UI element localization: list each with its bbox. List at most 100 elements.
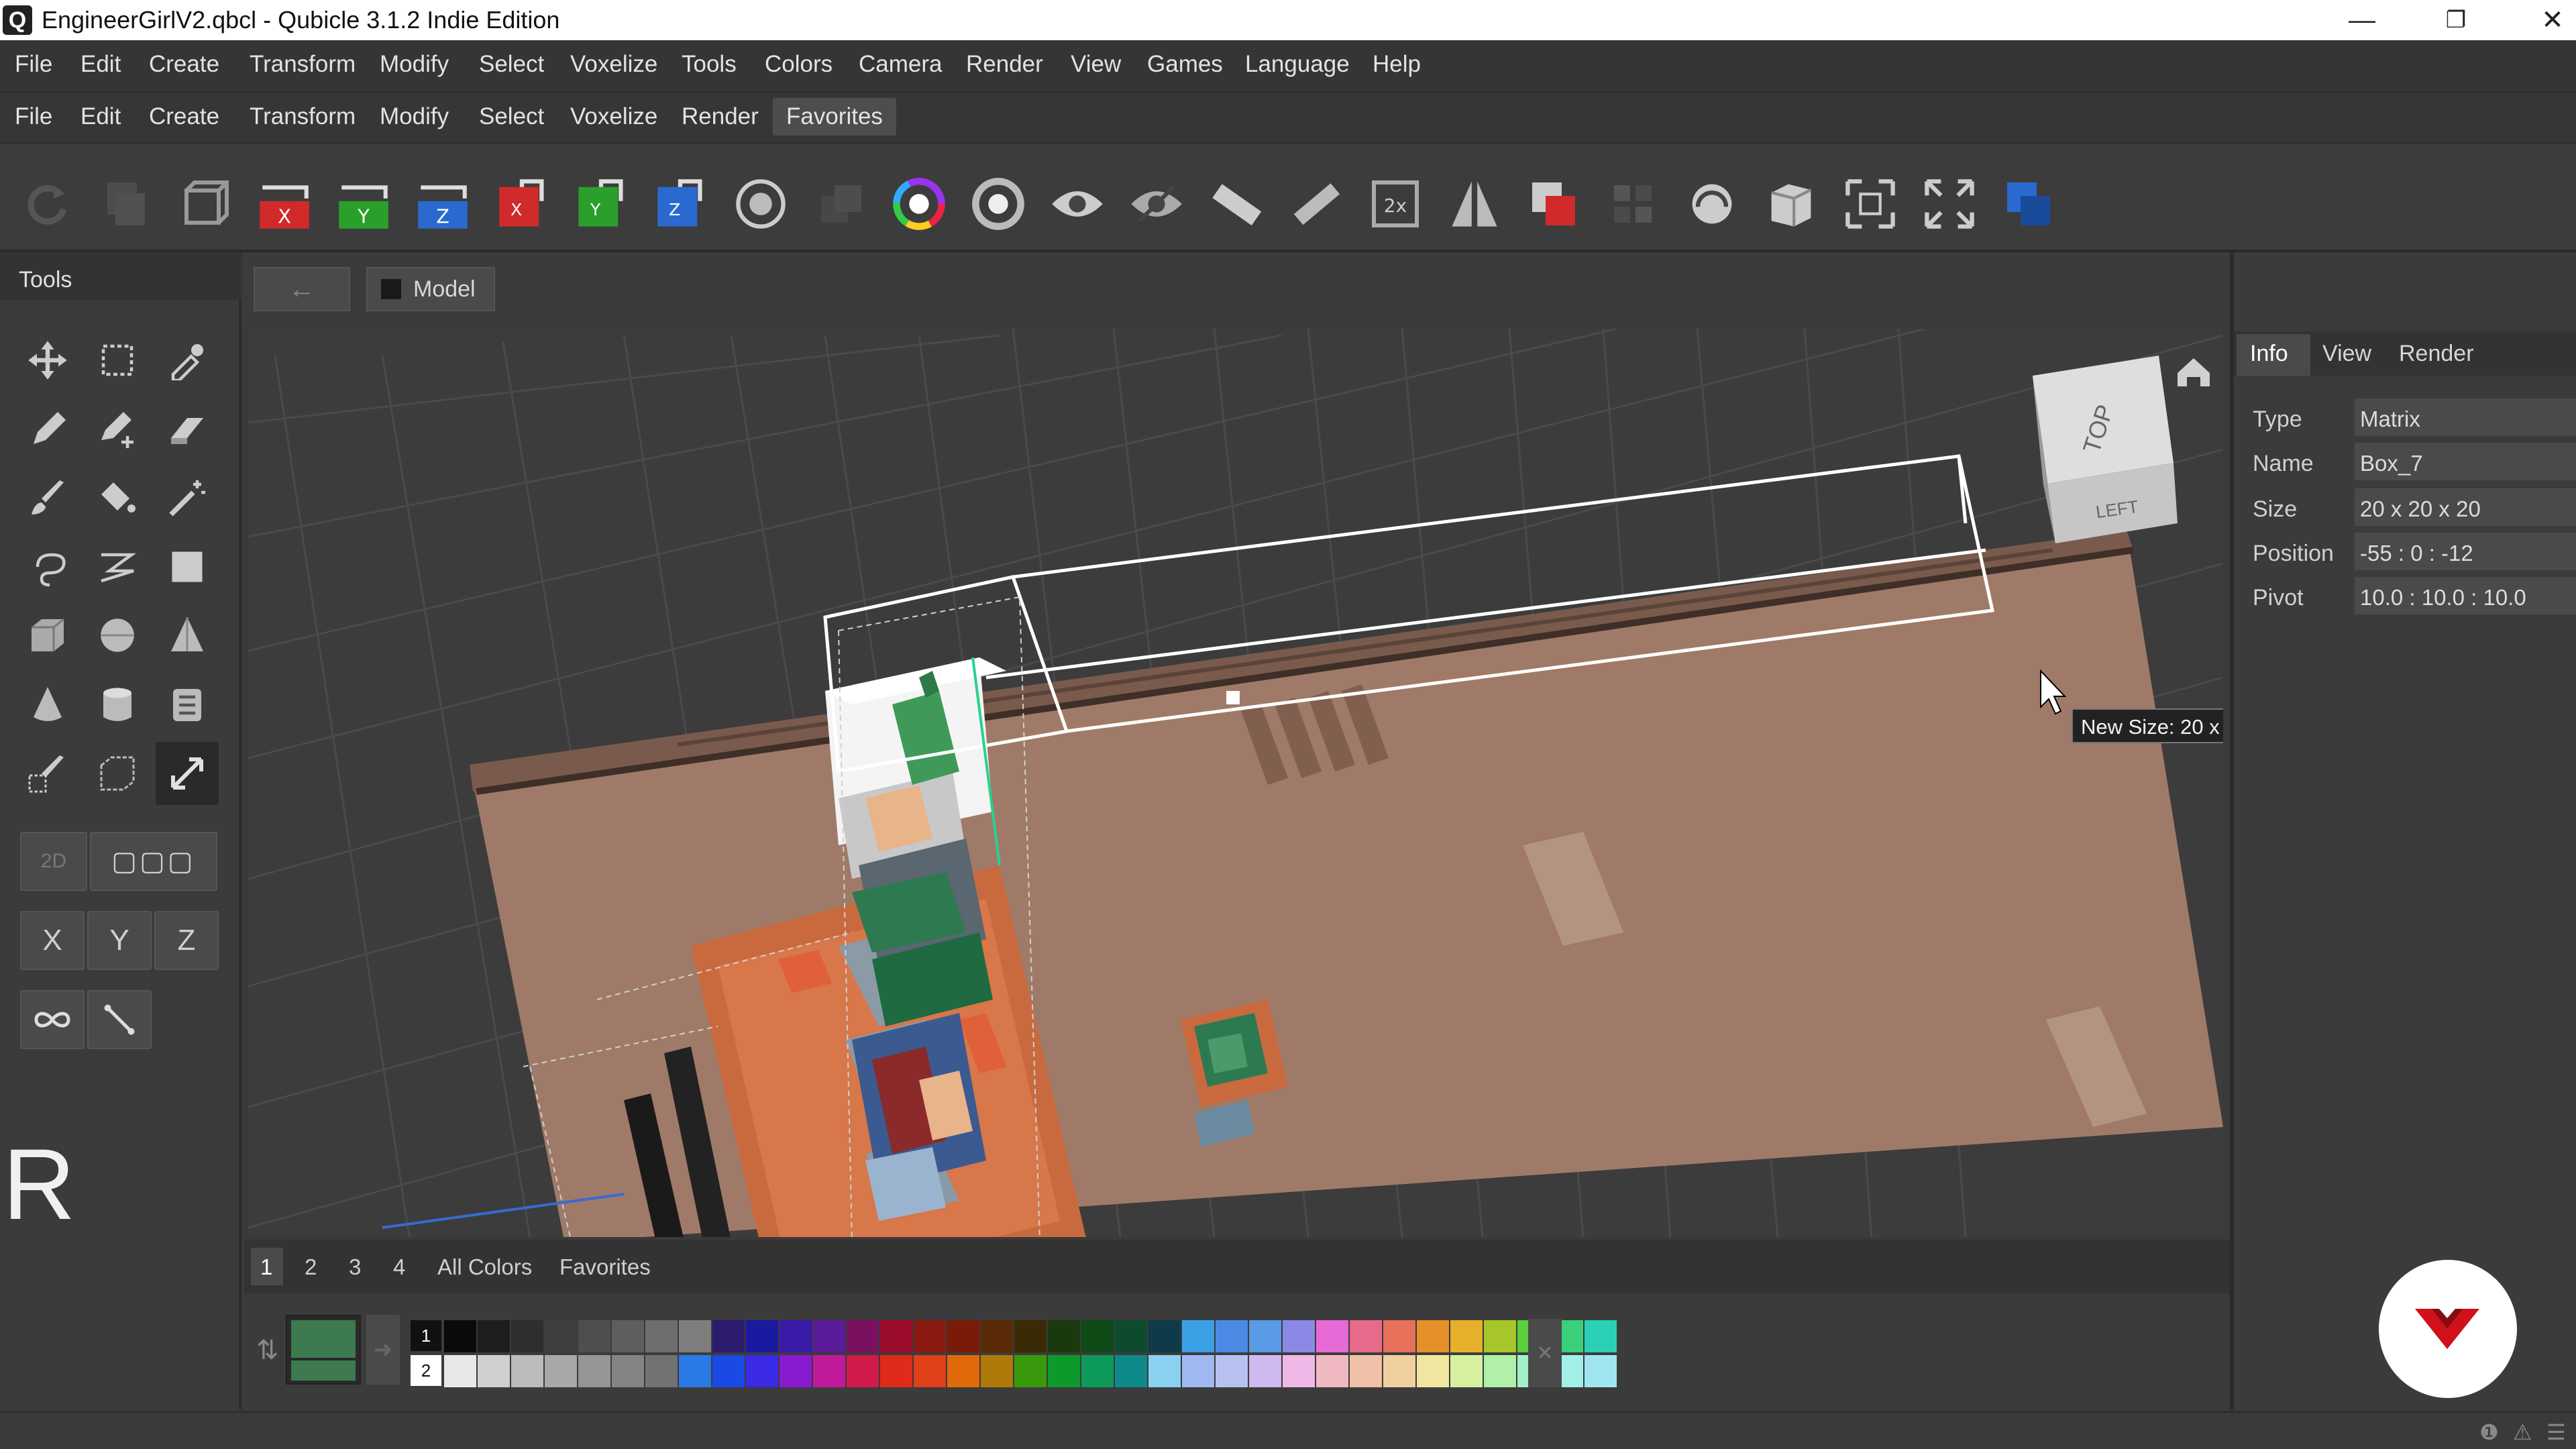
color-swatch[interactable]	[1182, 1355, 1214, 1387]
color-swatch[interactable]	[1014, 1355, 1046, 1387]
menu-transform[interactable]: Transform	[250, 51, 356, 78]
rectangle-tool-icon[interactable]	[156, 535, 219, 598]
breadcrumb-model[interactable]: Model	[366, 267, 495, 311]
infinity-icon[interactable]	[20, 990, 85, 1049]
close-button[interactable]: ✕	[2509, 0, 2576, 40]
prop-pivot-field[interactable]: 10.0 : 10.0 : 10.0	[2355, 577, 2576, 614]
fit-all-icon[interactable]	[1916, 170, 1983, 237]
menu-help[interactable]: Help	[1373, 51, 1421, 78]
redo-icon[interactable]	[13, 170, 80, 237]
close-palette-icon[interactable]: ✕	[1528, 1319, 1562, 1387]
lasso-tool-icon[interactable]	[16, 535, 79, 598]
color-swatch[interactable]	[1417, 1320, 1449, 1352]
menu-voxelize[interactable]: Voxelize	[570, 51, 657, 78]
color-swatch[interactable]	[1014, 1320, 1046, 1352]
polygon-lasso-tool-icon[interactable]	[86, 535, 149, 598]
color-swatch[interactable]	[780, 1320, 812, 1352]
color-swatch[interactable]	[511, 1320, 543, 1352]
color-swatch[interactable]	[1585, 1355, 1617, 1387]
menu2-modify[interactable]: Modify	[380, 103, 449, 130]
color-swatch[interactable]	[679, 1355, 711, 1387]
menu2-render[interactable]: Render	[682, 103, 759, 130]
color-swatch[interactable]	[1048, 1355, 1080, 1387]
wireframe-cube-icon[interactable]	[172, 170, 239, 237]
prop-size-field[interactable]: 20 x 20 x 20	[2355, 488, 2576, 526]
target-icon[interactable]	[727, 170, 794, 237]
rotate-y-icon[interactable]: Y	[568, 170, 635, 237]
color-swatch[interactable]	[1216, 1320, 1248, 1352]
ruler-icon[interactable]	[1281, 170, 1348, 237]
primary-color-swatch[interactable]	[291, 1320, 356, 1358]
color-swatch[interactable]	[444, 1320, 476, 1352]
color-swatch[interactable]	[1484, 1355, 1516, 1387]
menu-modify[interactable]: Modify	[380, 51, 449, 78]
restore-button[interactable]: ❐	[2412, 0, 2500, 40]
palette-tab-favorites[interactable]: Favorites	[559, 1254, 651, 1280]
color-swatch[interactable]	[444, 1355, 476, 1387]
box-tool-icon[interactable]	[16, 604, 79, 667]
eyedropper-tool-icon[interactable]	[156, 329, 219, 392]
split-icon[interactable]	[1599, 170, 1666, 237]
menu2-edit[interactable]: Edit	[80, 103, 121, 130]
axis-y-button[interactable]: Y	[87, 911, 152, 970]
color-swatch[interactable]	[1216, 1355, 1248, 1387]
palette-tab-1[interactable]: 1	[260, 1254, 272, 1280]
rotate-camera-icon[interactable]	[1678, 170, 1746, 237]
secondary-color-swatch[interactable]	[291, 1360, 356, 1381]
minimize-button[interactable]: —	[2318, 0, 2406, 40]
menu2-select[interactable]: Select	[479, 103, 544, 130]
color-swatch[interactable]	[1081, 1355, 1114, 1387]
flip-icon[interactable]	[1441, 170, 1508, 237]
cone-tool-icon[interactable]	[16, 674, 79, 737]
color-swatch[interactable]	[780, 1355, 812, 1387]
union-icon[interactable]	[1995, 170, 2062, 237]
prop-position-field[interactable]: -55 : 0 : -12	[2355, 533, 2576, 570]
select-box-tool-icon[interactable]	[86, 329, 149, 392]
fit-selection-icon[interactable]	[1837, 170, 1904, 237]
text-tool-icon[interactable]	[156, 674, 219, 737]
menu2-transform[interactable]: Transform	[250, 103, 356, 130]
eraser-tool-icon[interactable]	[156, 398, 219, 462]
menu2-create[interactable]: Create	[149, 103, 219, 130]
line-icon[interactable]	[87, 990, 152, 1049]
color-swatch[interactable]	[478, 1355, 510, 1387]
color-swatch[interactable]	[612, 1320, 644, 1352]
prop-name-field[interactable]: Box_7	[2355, 443, 2576, 480]
measure-icon[interactable]	[1202, 170, 1269, 237]
cube-select-tool-icon[interactable]	[86, 742, 149, 805]
tab-render[interactable]: Render	[2399, 341, 2474, 367]
menu2-file[interactable]: File	[15, 103, 52, 130]
menu-colors[interactable]: Colors	[765, 51, 833, 78]
color-swatch[interactable]	[746, 1320, 778, 1352]
color-swatch[interactable]	[1484, 1320, 1516, 1352]
menu-select[interactable]: Select	[479, 51, 544, 78]
color-swatch[interactable]	[679, 1320, 711, 1352]
color-swatch[interactable]	[1249, 1320, 1281, 1352]
pencil-tool-icon[interactable]	[16, 398, 79, 462]
subtract-icon[interactable]	[1520, 170, 1587, 237]
fill-bucket-tool-icon[interactable]	[86, 467, 149, 530]
color-swatch[interactable]	[511, 1355, 543, 1387]
color-swatch[interactable]	[1048, 1320, 1080, 1352]
color-swatch[interactable]	[1585, 1320, 1617, 1352]
magic-wand-tool-icon[interactable]	[156, 467, 219, 530]
menu-games[interactable]: Games	[1147, 51, 1223, 78]
swap-colors-icon[interactable]: ⇅	[256, 1335, 280, 1368]
show-icon[interactable]	[1044, 170, 1111, 237]
warning-status-icon[interactable]: ⚠	[2513, 1419, 2532, 1445]
axis-x-button[interactable]: X	[20, 911, 85, 970]
color-swatch[interactable]	[880, 1320, 912, 1352]
color-swatch[interactable]	[746, 1355, 778, 1387]
pencil-add-tool-icon[interactable]	[86, 398, 149, 462]
color-swatch[interactable]	[712, 1355, 745, 1387]
color-swatch[interactable]	[1148, 1355, 1181, 1387]
mirror-z-icon[interactable]: Z	[409, 170, 476, 237]
axis-z-button[interactable]: Z	[154, 911, 219, 970]
color-swatch[interactable]	[1350, 1355, 1382, 1387]
color-swatch[interactable]	[1115, 1320, 1147, 1352]
paint-select-tool-icon[interactable]	[16, 742, 79, 805]
menu-create[interactable]: Create	[149, 51, 219, 78]
color-swatch[interactable]	[914, 1320, 946, 1352]
tab-favorites[interactable]: Favorites	[773, 98, 896, 136]
brush-tool-icon[interactable]	[16, 467, 79, 530]
